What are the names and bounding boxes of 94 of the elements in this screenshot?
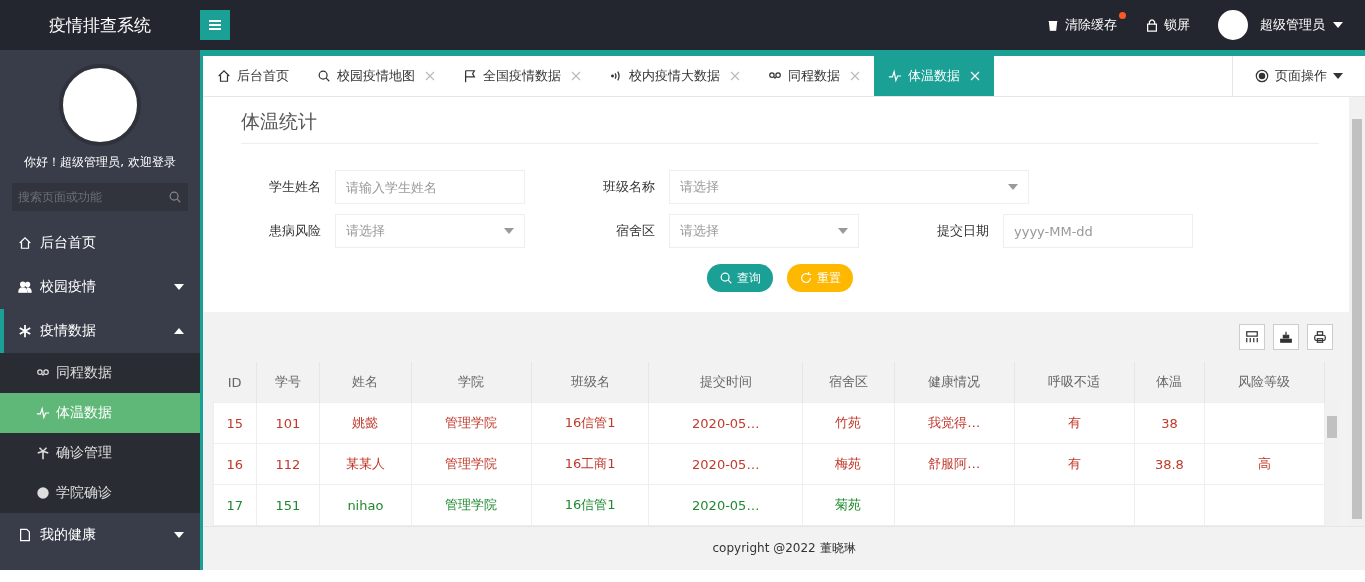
- close-icon[interactable]: [571, 71, 581, 81]
- sidebar-subitem[interactable]: 学院确诊: [0, 473, 200, 513]
- pulse-icon: [36, 406, 50, 420]
- table-cell: 有: [1014, 402, 1135, 444]
- tab[interactable]: 同程数据: [754, 56, 874, 96]
- table-cell: 38: [1134, 402, 1205, 444]
- trash-icon: [1046, 18, 1060, 32]
- export-button[interactable]: [1273, 324, 1299, 350]
- table-cell: 112: [256, 443, 320, 485]
- table-cell: nihao: [319, 484, 412, 526]
- table-cell: 我觉得…: [894, 402, 1015, 444]
- export-icon: [1279, 330, 1293, 344]
- circle-icon: [36, 486, 50, 500]
- table-cell: 16: [213, 443, 257, 485]
- caret-icon: [174, 532, 184, 538]
- lock-icon: [1145, 18, 1159, 32]
- close-icon[interactable]: [730, 71, 740, 81]
- dropdown-caret-icon: [504, 228, 514, 234]
- table-cell: 管理学院: [411, 484, 532, 526]
- grid-icon: [1245, 330, 1259, 344]
- avatar: [1218, 10, 1248, 40]
- sidebar-subitem[interactable]: 同程数据: [0, 353, 200, 393]
- date-field[interactable]: yyyy-MM-dd: [1003, 214, 1193, 248]
- close-icon[interactable]: [850, 71, 860, 81]
- tab[interactable]: 校园疫情地图: [303, 56, 449, 96]
- table-cell: 舒服阿…: [894, 443, 1015, 485]
- columns-button[interactable]: [1239, 324, 1265, 350]
- document-icon: [18, 528, 32, 542]
- dropdown-caret-icon: [838, 228, 848, 234]
- radio-icon: [1255, 69, 1269, 83]
- input-field[interactable]: 请输入学生姓名: [335, 170, 525, 204]
- close-icon[interactable]: [425, 71, 435, 81]
- header-action[interactable]: 锁屏: [1145, 16, 1190, 34]
- table-cell: 151: [256, 484, 320, 526]
- sidebar-item[interactable]: 后台首页: [0, 221, 200, 265]
- table-cell: 高: [1204, 443, 1325, 485]
- caret-icon: [174, 284, 184, 290]
- table-cell: 有: [1014, 443, 1135, 485]
- pulse-icon: [888, 69, 902, 83]
- signal-icon: [609, 69, 623, 83]
- caret-icon: [174, 328, 184, 334]
- tab[interactable]: 后台首页: [203, 56, 303, 96]
- field-label: 学生姓名: [268, 178, 322, 196]
- menu-icon: [207, 17, 223, 33]
- plant-icon: [36, 446, 50, 460]
- tab[interactable]: 校内疫情大数据: [595, 56, 754, 96]
- table-cell: 38.8: [1134, 443, 1205, 485]
- table-cell: 菊苑: [802, 484, 895, 526]
- dropdown-caret-icon: [1008, 184, 1018, 190]
- section-title: 体温统计: [241, 109, 1319, 144]
- field-label: 班级名称: [602, 178, 656, 196]
- table-cell: 16信管1: [531, 402, 649, 444]
- table-cell: 15: [213, 402, 257, 444]
- sidebar-subitem[interactable]: 确诊管理: [0, 433, 200, 473]
- table-cell: 管理学院: [411, 402, 532, 444]
- home-icon: [18, 236, 32, 250]
- sidebar-group[interactable]: 我的健康: [0, 513, 200, 557]
- table-cell: 16工商1: [531, 443, 649, 485]
- table-cell: 某某人: [319, 443, 412, 485]
- search-icon: [719, 271, 733, 285]
- table-cell: 2020-05…: [648, 402, 803, 444]
- menu-button[interactable]: [200, 10, 230, 40]
- table-cell: 2020-05…: [648, 484, 803, 526]
- page-scrollbar[interactable]: [1349, 97, 1365, 526]
- field-label: 提交日期: [936, 222, 990, 240]
- search-icon: [317, 69, 331, 83]
- caret-icon: [1333, 73, 1343, 79]
- search-icon: [168, 190, 182, 204]
- header-action[interactable]: 清除缓存: [1046, 16, 1117, 34]
- print-icon: [1313, 330, 1327, 344]
- table-cell: 管理学院: [411, 443, 532, 485]
- table-cell: 竹苑: [802, 402, 895, 444]
- table-cell: 101: [256, 402, 320, 444]
- snowflake-icon: [18, 324, 32, 338]
- tab[interactable]: 全国疫情数据: [449, 56, 595, 96]
- refresh-icon: [799, 271, 813, 285]
- field-label: 宿舍区: [615, 222, 656, 240]
- table-cell: 2020-05…: [648, 443, 803, 485]
- table-cell: 17: [213, 484, 257, 526]
- user-menu[interactable]: 超级管理员: [1260, 16, 1343, 34]
- table-cell: 姚懿: [319, 402, 412, 444]
- footer-text: copyright @2022 董晓琳: [203, 526, 1365, 570]
- app-title: 疫情排查系统: [48, 13, 152, 37]
- table-cell: 16信管1: [531, 484, 649, 526]
- page-actions-menu[interactable]: 页面操作: [1232, 56, 1365, 96]
- users-icon: [18, 280, 32, 294]
- caret-icon: [1333, 22, 1343, 28]
- welcome-text: 你好！超级管理员, 欢迎登录: [23, 154, 177, 171]
- table-cell: 梅苑: [802, 443, 895, 485]
- field-label: 患病风险: [268, 222, 322, 240]
- flag-icon: [463, 69, 477, 83]
- print-button[interactable]: [1307, 324, 1333, 350]
- home-icon: [217, 69, 231, 83]
- sidebar-group[interactable]: 校园疫情: [0, 265, 200, 309]
